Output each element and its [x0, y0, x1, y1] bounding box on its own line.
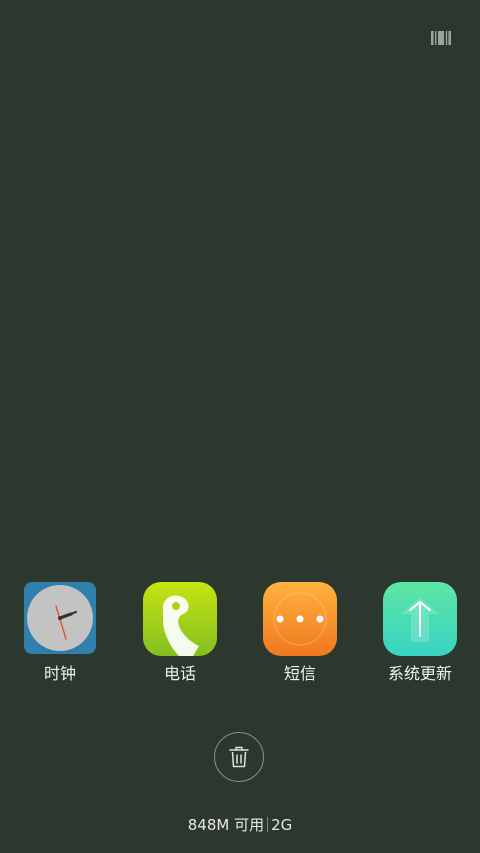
app-system-update[interactable]: 系统更新	[360, 580, 480, 690]
memory-available: 848M 可用	[187, 816, 265, 834]
system-update-icon	[383, 582, 457, 656]
clock-icon	[24, 582, 96, 654]
memory-divider	[267, 817, 269, 832]
app-label-phone: 电话	[163, 664, 196, 683]
app-phone[interactable]: 电话	[120, 580, 240, 690]
memory-status: 848M 可用 2G	[0, 815, 480, 835]
app-clock[interactable]: 时钟	[0, 580, 120, 690]
clear-all-button[interactable]	[214, 732, 264, 782]
recent-apps-list: 时钟 电话 短信 系统更新	[0, 580, 480, 690]
recent-apps-screen: 时钟 电话 短信 系统更新 848M 可用 2G	[0, 0, 480, 853]
phone-icon	[143, 582, 217, 656]
barcode-grid-icon	[431, 31, 451, 45]
app-label-messages: 短信	[283, 664, 316, 683]
message-icon	[263, 582, 337, 656]
trash-icon	[229, 746, 249, 768]
app-label-system-update: 系统更新	[387, 664, 452, 683]
memory-total: 2G	[271, 816, 293, 834]
app-messages[interactable]: 短信	[240, 580, 360, 690]
view-toggle-button[interactable]	[426, 26, 456, 50]
app-label-clock: 时钟	[43, 664, 76, 683]
